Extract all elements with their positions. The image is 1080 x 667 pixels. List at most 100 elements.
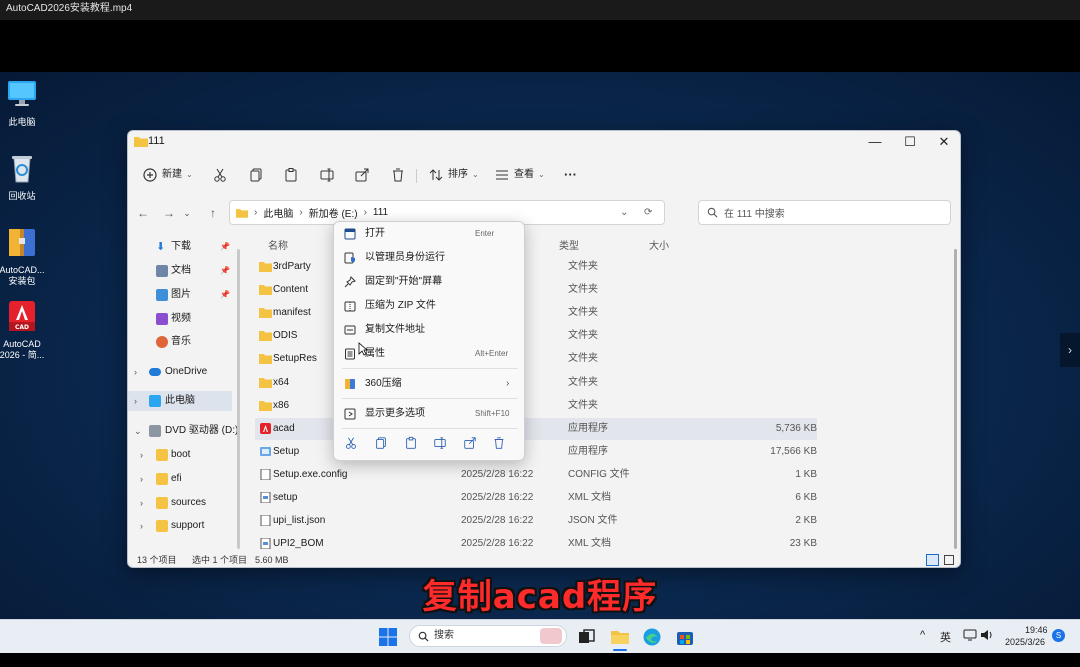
chevron-down-icon: ⌄ [134,426,142,436]
recent-locations-button[interactable]: ⌄ [177,203,197,223]
context-item-copy-path[interactable]: 复制文件地址 [334,319,526,341]
file-list-scrollbar[interactable] [954,249,957,549]
rename-button[interactable] [319,165,335,185]
delete-button[interactable] [390,165,406,185]
sidebar-item-boot[interactable]: › boot [128,445,236,465]
table-row[interactable]: setup 2025/2/28 16:22 XML 文档 6 KB [255,487,817,509]
taskbar-search-box[interactable]: 搜索 [409,625,567,647]
network-monitor-icon[interactable] [963,629,977,641]
table-row[interactable]: UPI2_BOM 2025/2/28 16:22 XML 文档 23 KB [255,533,817,555]
breadcrumb-drive-e[interactable]: 新加卷 (E:) [309,205,358,220]
sidebar-item-this-pc[interactable]: › 此电脑 [128,391,232,411]
taskbar-clock-time[interactable]: 19:46 [1025,625,1048,635]
sidebar-item-videos[interactable]: 视频 [128,309,236,329]
context-item-run-as-admin[interactable]: 以管理员身份运行 [334,247,526,269]
context-item-label: 打开 [365,228,385,239]
sidebar-item-documents[interactable]: 文档 📌 [128,261,236,281]
delete-icon[interactable] [492,436,506,450]
context-item-pin-to-start[interactable]: 固定到"开始"屏幕 [334,271,526,293]
context-menu-divider [342,368,518,369]
file-size: 17,566 KB [770,445,817,457]
paste-button[interactable] [283,165,299,185]
xml-file-icon [260,538,271,550]
input-method-indicator[interactable]: 英 [940,629,951,645]
sidebar-item-downloads[interactable]: ⬇ 下载 📌 [128,237,236,257]
speaker-icon[interactable] [980,629,994,641]
forward-button[interactable]: → [159,203,179,223]
360-archive-icon [345,379,355,389]
maximize-button[interactable]: ☐ [895,133,925,151]
breadcrumb-folder-111[interactable]: 111 [373,207,388,218]
file-explorer-taskbar-icon[interactable] [610,627,630,647]
sort-button[interactable]: 排序 ⌄ [428,165,479,185]
copy-icon[interactable] [374,436,388,450]
view-button[interactable]: 查看 ⌄ [494,165,545,185]
folder-icon [156,497,168,509]
table-row[interactable]: upi_list.json 2025/2/28 16:22 JSON 文件 2 KB [255,510,817,532]
more-options-button[interactable]: ··· [564,165,577,185]
folder-icon [156,520,168,532]
desktop-icon-recycle-bin[interactable]: 回收站 [0,152,49,202]
copy-icon [250,168,262,182]
desktop-icon-autocad-2026[interactable]: CAD AutoCAD 2026 - 简... [0,300,49,361]
file-name: x86 [273,399,290,411]
sidebar-item-support[interactable]: › support [128,516,236,536]
autocad-app-icon [260,422,271,434]
refresh-button[interactable]: ⟳ [644,207,652,218]
desktop-icon-autocad-package[interactable]: AutoCAD... 安装包 [0,226,49,287]
context-item-open[interactable]: 打开 Enter [334,223,526,245]
sidebar-item-dvd-drive[interactable]: ⌄ DVD 驱动器 (D:) [128,421,239,441]
cut-button[interactable] [212,165,228,185]
column-header-size[interactable]: 大小 [649,237,669,252]
sidebar-item-pictures[interactable]: 图片 📌 [128,285,236,305]
sidebar-item-label: 视频 [171,313,191,324]
minimize-button[interactable]: — [860,133,890,151]
rename-icon[interactable] [433,436,447,450]
search-box[interactable]: 在 111 中搜索 [698,200,951,225]
sidebar-scrollbar[interactable] [237,249,240,549]
monitor-icon [8,81,36,106]
taskbar-clock-date[interactable]: 2025/3/26 [1005,637,1045,647]
back-button[interactable]: ← [133,203,153,223]
copy-button[interactable] [248,165,264,185]
new-button[interactable]: 新建 ⌄ [142,165,193,185]
autocad-logo-icon: CAD [9,301,35,331]
sidebar-item-onedrive[interactable]: › OneDrive [128,362,236,382]
microsoft-store-icon[interactable] [675,627,695,647]
side-panel-expand-arrow[interactable]: › [1060,333,1080,367]
up-button[interactable]: ↑ [203,203,223,223]
context-item-label: 属性 [365,348,385,359]
cad-badge-text: CAD [15,324,29,331]
breadcrumb-this-pc[interactable]: 此电脑 [263,205,293,220]
edge-browser-icon[interactable] [642,627,662,647]
sidebar-item-sources[interactable]: › sources [128,493,236,513]
tiles-view-button[interactable] [944,555,954,565]
context-item-compress-zip[interactable]: 压缩为 ZIP 文件 [334,295,526,317]
task-view-icon[interactable] [576,627,596,647]
column-header-name[interactable]: 名称 [268,237,288,252]
shield-icon [344,252,355,264]
mouse-cursor-icon [358,342,368,356]
context-item-360-compress[interactable]: 360压缩 › [334,373,526,395]
sidebar-item-efi[interactable]: › efi [128,469,236,489]
paste-icon[interactable] [404,436,418,450]
tray-overflow-chevron-icon[interactable]: ^ [920,629,925,641]
context-item-show-more[interactable]: 显示更多选项 Shift+F10 [334,403,526,425]
notification-badge[interactable]: S [1052,629,1065,642]
desktop-icon-this-pc[interactable]: 此电脑 [0,78,49,128]
share-button[interactable] [354,165,370,185]
table-row[interactable]: Setup.exe.config 2025/2/28 16:22 CONFIG 文件… [255,464,817,486]
sidebar-item-label: DVD 驱动器 (D:) [165,425,239,436]
close-button[interactable]: ✕ [929,133,959,151]
details-view-button[interactable] [926,554,939,566]
cut-icon[interactable] [344,436,358,450]
file-type: 文件夹 [568,376,598,388]
file-size: 2 KB [795,515,817,527]
address-history-chevron-icon[interactable]: ⌄ [620,207,628,218]
column-header-type[interactable]: 类型 [559,237,579,252]
sidebar-item-music[interactable]: 音乐 [128,332,236,352]
share-icon[interactable] [463,436,477,450]
windows-start-icon[interactable] [378,627,398,647]
cloud-icon [149,368,161,376]
context-menu-divider [342,398,518,399]
